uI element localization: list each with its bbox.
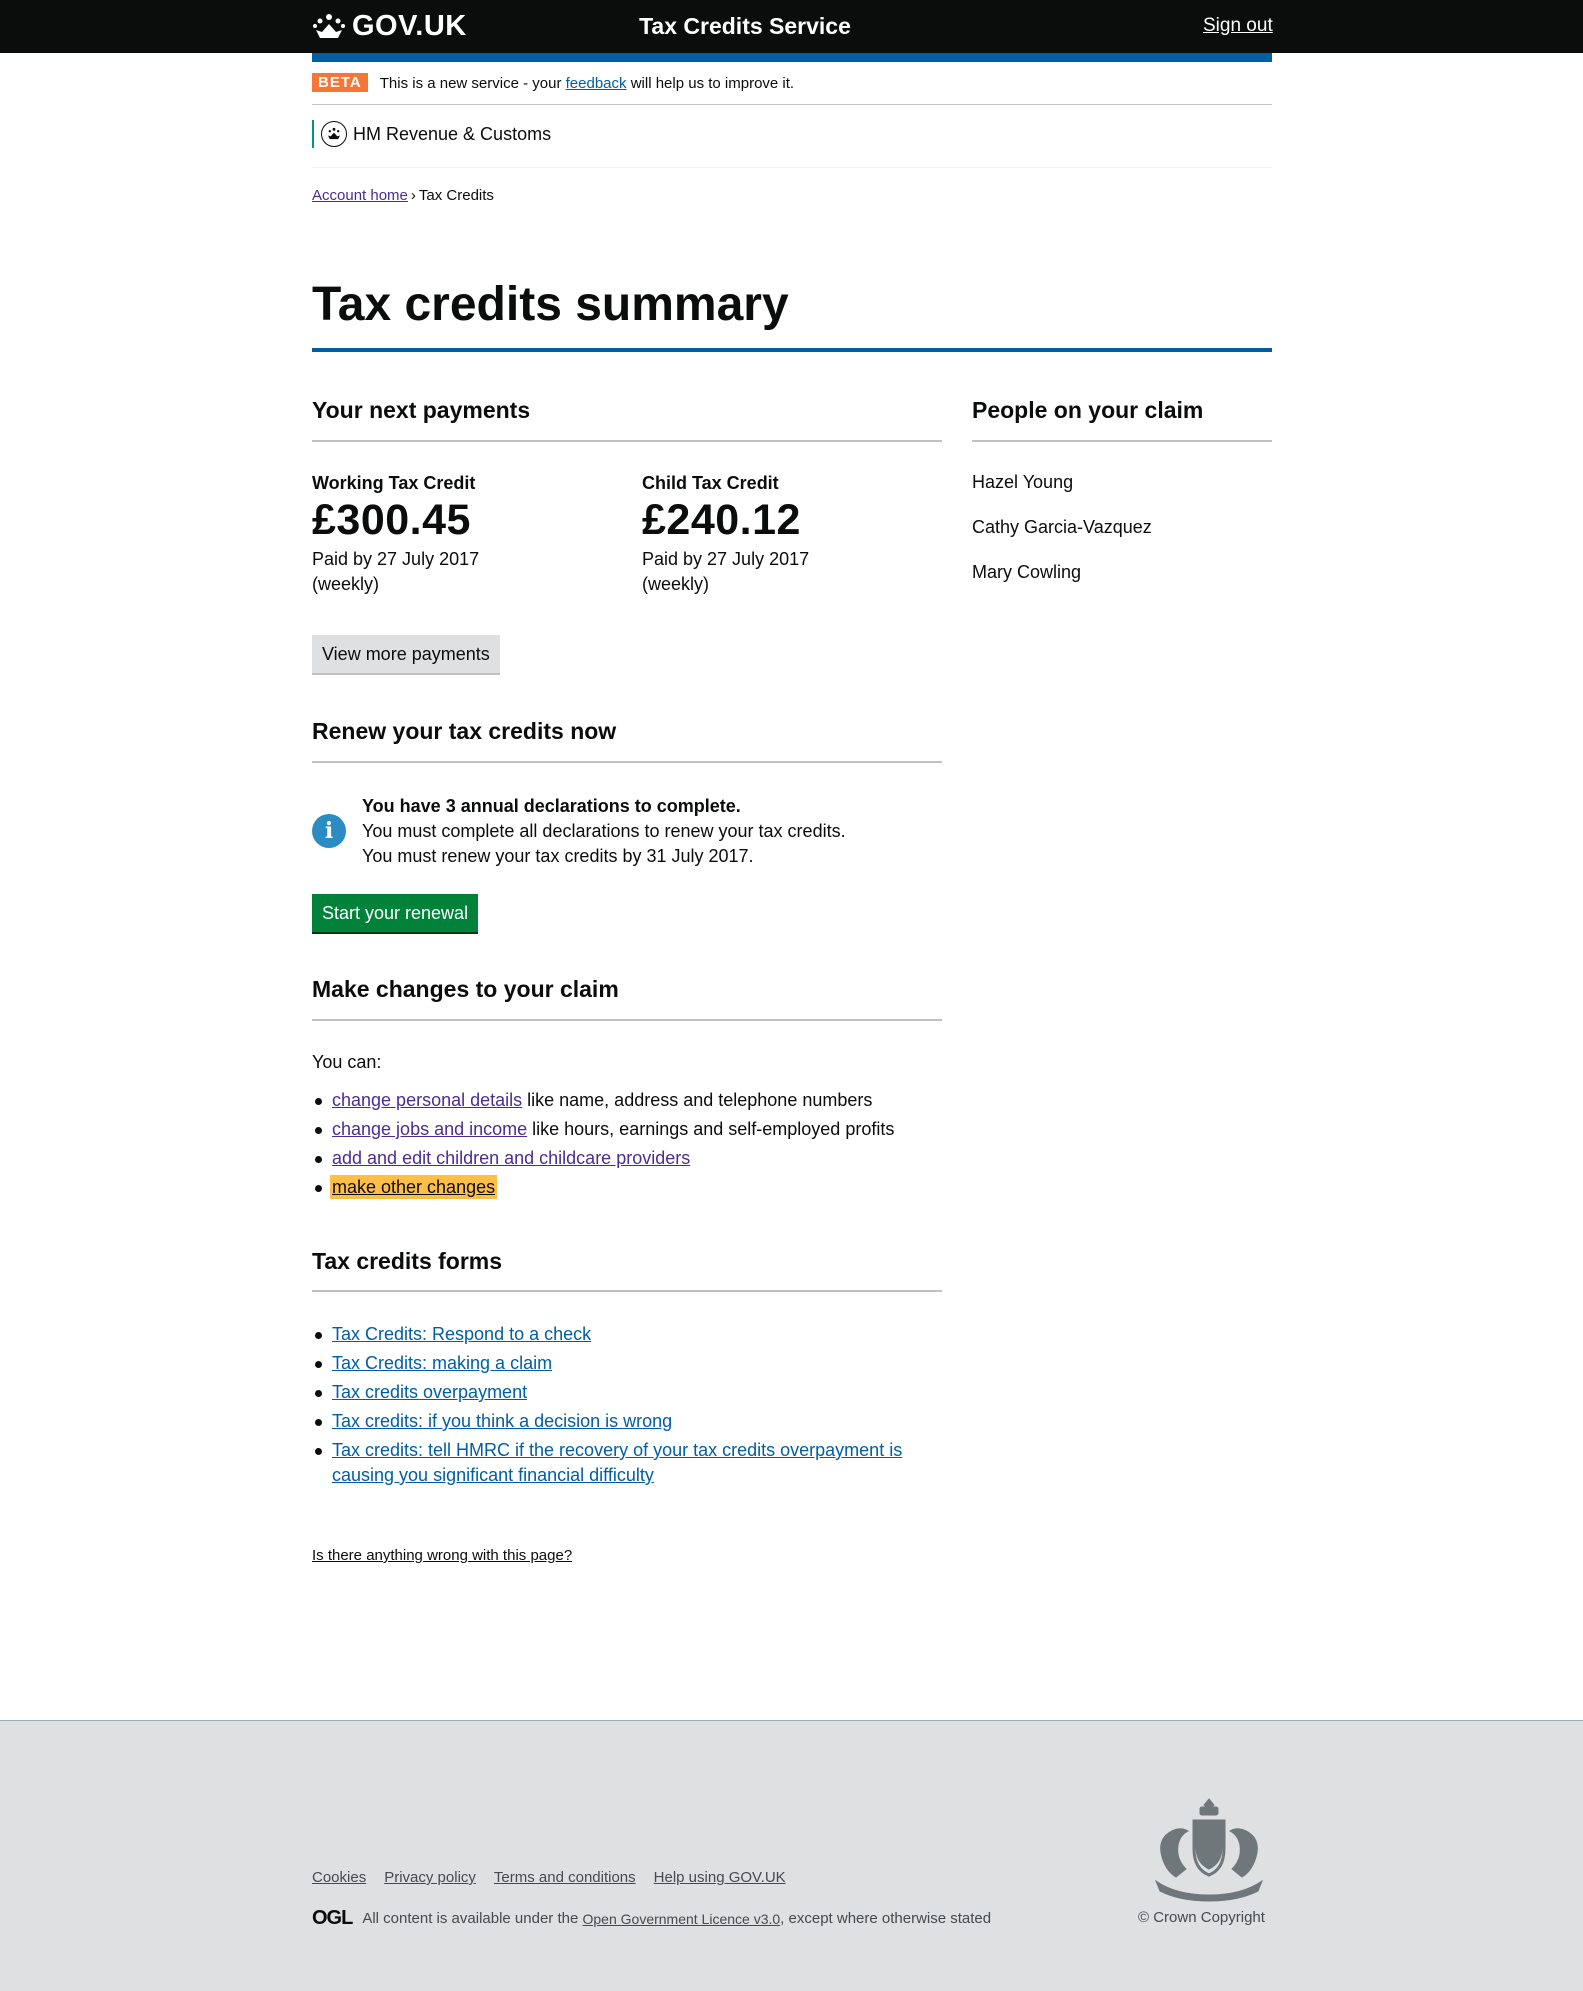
list-item: change jobs and income like hours, earni… — [312, 1117, 894, 1142]
divider — [312, 440, 942, 442]
payment-date: Paid by 27 July 2017 — [642, 549, 810, 569]
add-edit-children-link[interactable]: add and edit children and childcare prov… — [332, 1148, 690, 1168]
payment-frequency: (weekly) — [312, 574, 380, 594]
form-link-making-claim[interactable]: Tax Credits: making a claim — [332, 1353, 552, 1373]
payment-amount: £300.45 — [312, 496, 471, 544]
list-item: change personal details like name, addre… — [312, 1088, 894, 1113]
forms-heading: Tax credits forms — [312, 1248, 503, 1274]
start-renewal-button[interactable]: Start your renewal — [312, 894, 479, 934]
renewal-heading: Renew your tax credits now — [312, 718, 617, 744]
payment-date: Paid by 27 July 2017 — [312, 549, 480, 569]
breadcrumb-account-home[interactable]: Account home — [312, 187, 408, 204]
forms-list: Tax Credits: Respond to a check Tax Cred… — [312, 1322, 942, 1492]
page-title: Tax credits summary — [312, 278, 789, 331]
payment-label: Child Tax Credit — [642, 473, 779, 493]
divider — [312, 1019, 942, 1021]
site-header: GOV.UK Tax Credits Service Sign out — [0, 0, 1583, 53]
payment-amount: £240.12 — [642, 496, 801, 544]
footer-link-help[interactable]: Help using GOV.UK — [654, 1869, 786, 1886]
footer-link-terms[interactable]: Terms and conditions — [494, 1869, 636, 1886]
phase-text-after: will help us to improve it. — [630, 75, 795, 92]
info-icon: i — [312, 814, 346, 848]
changes-heading: Make changes to your claim — [312, 976, 619, 1002]
form-link-respond-check[interactable]: Tax Credits: Respond to a check — [332, 1324, 591, 1344]
royal-coat-of-arms-icon — [1154, 1798, 1264, 1902]
people-heading: People on your claim — [972, 397, 1204, 423]
breadcrumb-current: Tax Credits — [418, 187, 494, 204]
list-item: Tax credits overpayment — [312, 1380, 942, 1405]
person-name: Cathy Garcia-Vazquez — [972, 517, 1152, 537]
licence-text-after: , except where otherwise stated — [780, 1910, 992, 1927]
list-item: Tax credits: if you think a decision is … — [312, 1409, 942, 1434]
list-item: Tax Credits: Respond to a check — [312, 1322, 942, 1347]
department-banner: HM Revenue & Customs — [312, 120, 551, 148]
form-link-overpayment[interactable]: Tax credits overpayment — [332, 1382, 527, 1402]
crown-copyright: © Crown Copyright — [1138, 1909, 1265, 1926]
form-link-financial-difficulty[interactable]: Tax credits: tell HMRC if the recovery o… — [332, 1440, 902, 1485]
footer-link-privacy[interactable]: Privacy policy — [384, 1869, 476, 1886]
notice-line: You must complete all declarations to re… — [362, 821, 846, 841]
list-item-text: like name, address and telephone numbers — [522, 1090, 873, 1110]
beta-tag: BETA — [312, 73, 368, 92]
changes-intro: You can: — [312, 1052, 382, 1072]
payment-label: Working Tax Credit — [312, 473, 476, 493]
licence-link[interactable]: Open Government Licence v3.0 — [583, 1911, 781, 1927]
licence-statement: OGL All content is available under the O… — [312, 1907, 991, 1930]
list-item-text: like hours, earnings and self-employed p… — [527, 1119, 895, 1139]
hmrc-crest-icon — [321, 121, 347, 147]
divider — [312, 761, 942, 763]
list-item: Tax credits: tell HMRC if the recovery o… — [312, 1438, 942, 1488]
working-tax-credit-payment: Working Tax Credit £300.45 Paid by 27 Ju… — [312, 473, 479, 597]
person-name: Hazel Young — [972, 472, 1074, 492]
licence-text-before: All content is available under the — [362, 1910, 579, 1927]
payment-frequency: (weekly) — [642, 574, 710, 594]
list-item: make other changes — [312, 1175, 894, 1200]
notice-line: You must renew your tax credits by 31 Ju… — [362, 846, 754, 866]
feedback-link[interactable]: feedback — [566, 75, 627, 92]
sign-out-link[interactable]: Sign out — [1203, 15, 1273, 37]
make-other-changes-link[interactable]: make other changes — [329, 1175, 498, 1199]
change-personal-details-link[interactable]: change personal details — [332, 1090, 522, 1110]
form-link-decision-wrong[interactable]: Tax credits: if you think a decision is … — [332, 1411, 672, 1431]
renewal-notice: You have 3 annual declarations to comple… — [362, 794, 846, 869]
person-name: Mary Cowling — [972, 562, 1082, 582]
department-name: HM Revenue & Customs — [353, 123, 552, 144]
report-problem-link[interactable]: Is there anything wrong with this page? — [312, 1547, 572, 1564]
phase-text: This is a new service - your feedback wi… — [380, 75, 794, 92]
view-more-payments-button[interactable]: View more payments — [312, 635, 500, 675]
footer-links: Cookies Privacy policy Terms and conditi… — [312, 1869, 786, 1886]
phase-text-before: This is a new service - your — [379, 75, 562, 92]
footer-link-cookies[interactable]: Cookies — [312, 1869, 366, 1886]
header-blue-bar — [312, 53, 1272, 62]
list-item: add and edit children and childcare prov… — [312, 1146, 894, 1171]
divider — [312, 167, 1272, 168]
list-item: Tax Credits: making a claim — [312, 1351, 942, 1376]
changes-list: change personal details like name, addre… — [312, 1088, 894, 1204]
breadcrumb: Account home › Tax Credits — [312, 187, 494, 204]
title-rule — [312, 348, 1272, 352]
divider — [312, 1290, 942, 1292]
change-jobs-and-income-link[interactable]: change jobs and income — [332, 1119, 527, 1139]
breadcrumb-separator: › — [410, 187, 416, 204]
site-footer: Cookies Privacy policy Terms and conditi… — [0, 1720, 1583, 1991]
payments-heading: Your next payments — [312, 397, 531, 423]
divider — [972, 440, 1272, 442]
notice-strong: You have 3 annual declarations to comple… — [362, 796, 741, 816]
phase-banner: BETA This is a new service - your feedba… — [312, 73, 1272, 105]
child-tax-credit-payment: Child Tax Credit £240.12 Paid by 27 July… — [642, 473, 809, 597]
ogl-logo: OGL — [312, 1907, 353, 1929]
